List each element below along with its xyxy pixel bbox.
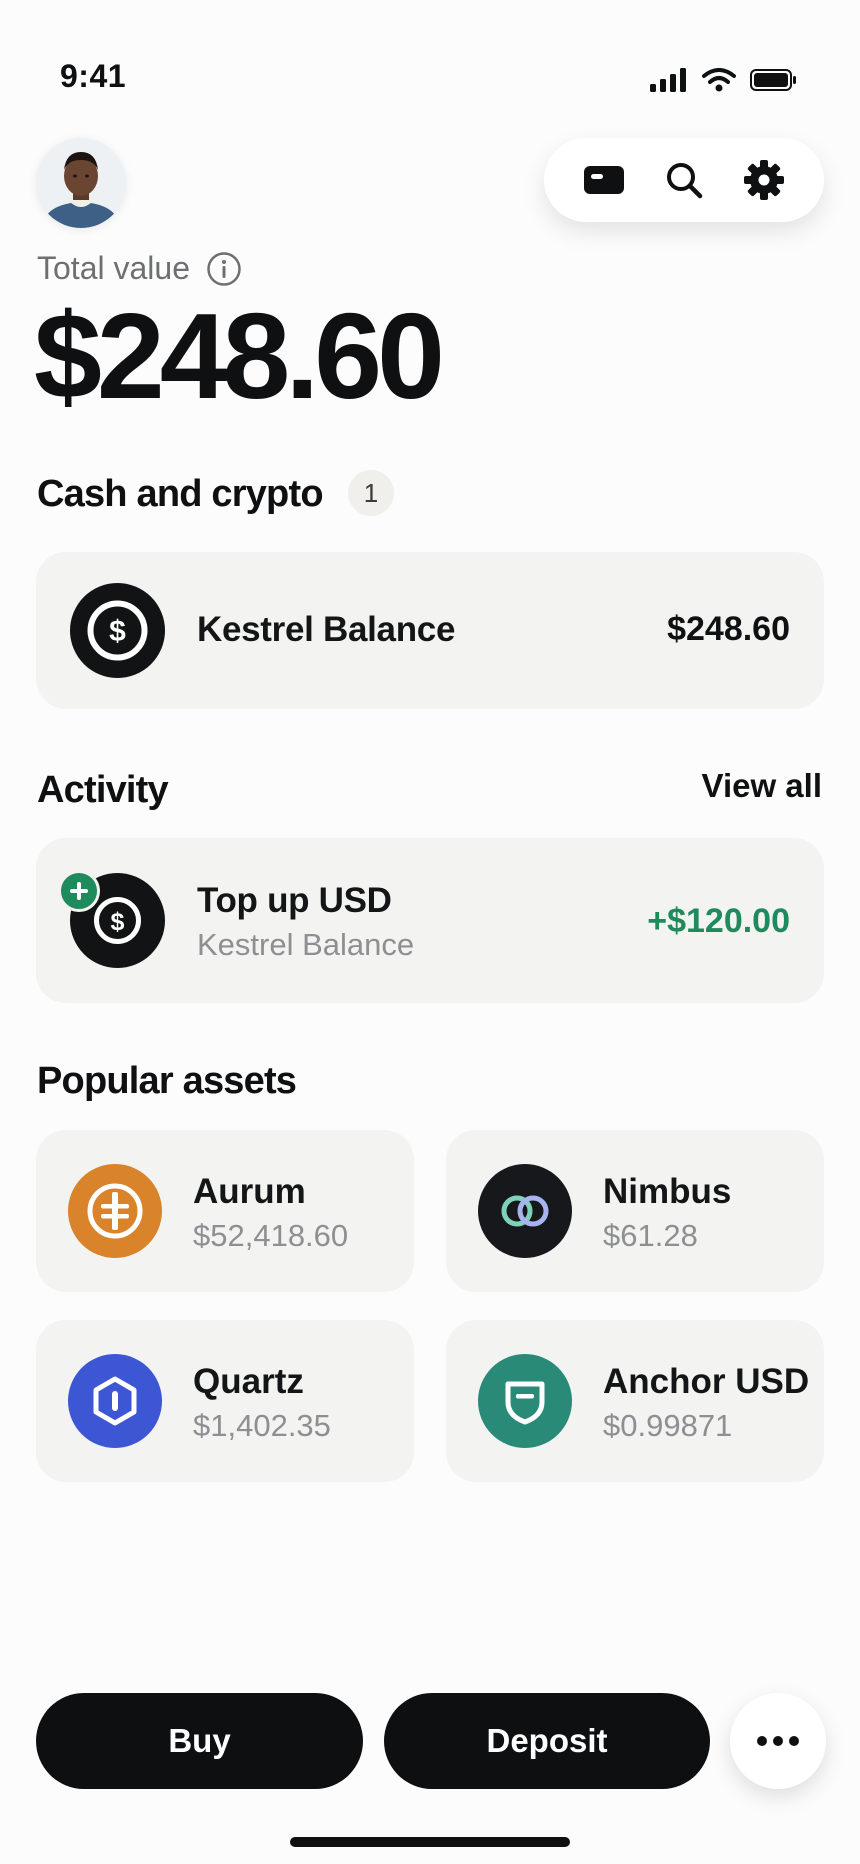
cash-and-crypto-title: Cash and crypto [37, 473, 324, 515]
anchor-usd-icon [478, 1354, 572, 1448]
total-value: $248.60 [34, 288, 445, 424]
card-button[interactable] [576, 152, 632, 208]
search-icon [667, 163, 703, 199]
view-all-link[interactable]: View all [702, 767, 822, 805]
aurum-icon [68, 1164, 162, 1258]
search-button[interactable] [656, 152, 712, 208]
asset-card-anchor-usd[interactable]: Anchor USD $0.99871 [446, 1320, 824, 1482]
asset-name: Quartz [193, 1362, 304, 1401]
home-indicator [290, 1837, 570, 1847]
asset-price: $1,402.35 [193, 1408, 331, 1443]
status-time: 9:41 [60, 58, 127, 94]
asset-text: Quartz $1,402.35 [193, 1362, 331, 1444]
asset-name: Anchor USD [603, 1362, 810, 1401]
total-value-label-row: Total value [37, 250, 242, 287]
asset-name: Aurum [193, 1172, 306, 1211]
activity-title: Activity [37, 769, 169, 811]
header-toolbar [544, 138, 824, 222]
more-dots-icon [757, 1736, 799, 1746]
balance-name: Kestrel Balance [197, 610, 456, 649]
battery-icon [750, 69, 796, 91]
asset-text: Nimbus $61.28 [603, 1172, 731, 1254]
asset-text: Aurum $52,418.60 [193, 1172, 348, 1254]
card-icon [584, 166, 624, 194]
asset-price: $61.28 [603, 1218, 698, 1253]
total-value-label: Total value [37, 250, 190, 286]
kestrel-balance-card[interactable]: $ Kestrel Balance $248.60 [36, 552, 824, 709]
buy-button[interactable]: Buy [36, 1693, 363, 1789]
plus-icon [58, 870, 100, 912]
svg-text:$: $ [109, 615, 126, 648]
popular-assets-title: Popular assets [37, 1060, 297, 1102]
svg-text:$: $ [111, 908, 125, 936]
asset-name: Nimbus [603, 1172, 732, 1211]
activity-subtitle: Kestrel Balance [197, 927, 415, 962]
balance-amount: $248.60 [667, 610, 790, 648]
asset-card-aurum[interactable]: Aurum $52,418.60 [36, 1130, 414, 1292]
settings-button[interactable] [736, 152, 792, 208]
avatar[interactable] [36, 138, 126, 228]
nimbus-icon [478, 1164, 572, 1258]
asset-price: $0.99871 [603, 1408, 733, 1443]
wifi-icon [702, 68, 736, 92]
activity-title-text: Top up USD [197, 881, 392, 920]
asset-card-nimbus[interactable]: Nimbus $61.28 [446, 1130, 824, 1292]
asset-card-quartz[interactable]: Quartz $1,402.35 [36, 1320, 414, 1482]
asset-price: $52,418.60 [193, 1218, 349, 1253]
activity-row[interactable]: $ Top up USD Kestrel Balance +$120.00 [36, 838, 824, 1003]
quartz-icon [68, 1354, 162, 1448]
status-icons [650, 68, 798, 92]
asset-text: Anchor USD $0.99871 [603, 1362, 809, 1444]
avatar-image [36, 138, 126, 228]
count-badge: 1 [348, 470, 394, 516]
info-icon[interactable] [206, 251, 242, 287]
dollar-coin-icon: $ [70, 583, 165, 678]
more-button[interactable] [730, 1693, 826, 1789]
cellular-signal-icon [650, 68, 686, 92]
activity-amount: +$120.00 [647, 902, 790, 940]
gear-icon [744, 160, 784, 200]
deposit-button[interactable]: Deposit [384, 1693, 710, 1789]
